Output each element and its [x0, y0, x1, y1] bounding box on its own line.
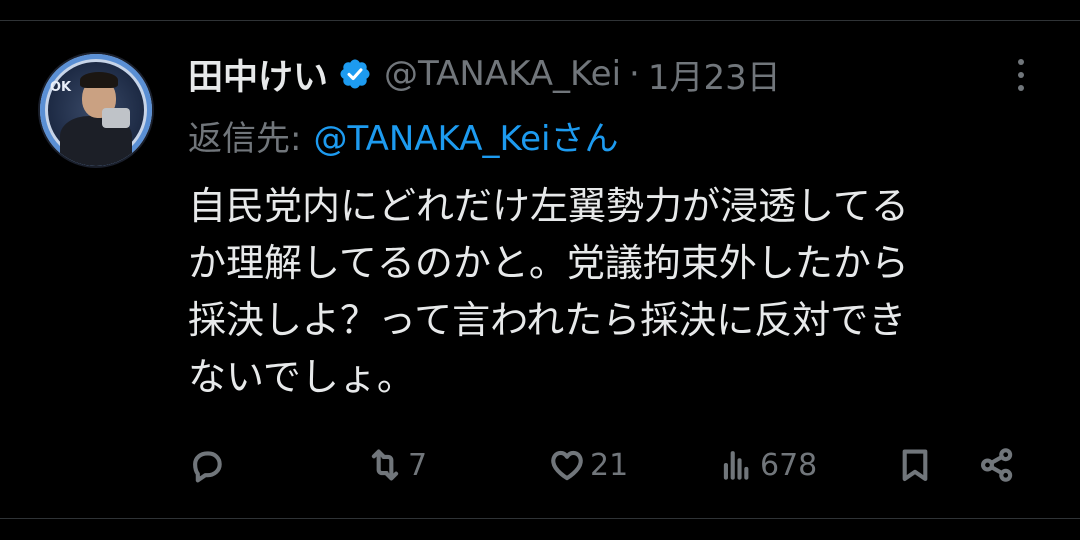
avatar-label: OK [50, 80, 72, 95]
top-divider [0, 0, 1080, 21]
share-button[interactable] [978, 440, 1016, 490]
reply-button[interactable] [188, 440, 230, 490]
tweet-text-line: ないでしょ。 [188, 355, 415, 399]
views-icon [723, 451, 749, 480]
reply-label: 返信先: [188, 118, 302, 159]
action-bar: 7 21 678 [188, 440, 1028, 490]
retweet-icon [371, 449, 399, 481]
avatar-hair [80, 72, 118, 88]
tweet-date[interactable]: 1月23日 [648, 50, 781, 99]
heart-icon [551, 450, 583, 481]
like-count: 21 [590, 447, 629, 483]
retweet-button[interactable]: 7 [366, 440, 427, 490]
like-button[interactable]: 21 [548, 440, 628, 490]
share-icon [981, 448, 1013, 482]
tweet-text: 自民党内にどれだけ左翼勢力が浸透してる か理解してるのかと。党議拘束外したから … [188, 178, 1048, 406]
retweet-count: 7 [408, 447, 428, 483]
reply-handle-link[interactable]: @TANAKA_Keiさん [313, 111, 618, 160]
views-count: 678 [760, 447, 818, 483]
tweet-text-line: か理解してるのかと。党議拘束外したから [188, 241, 909, 285]
separator-dot: · [629, 54, 640, 94]
bottom-divider [0, 518, 1080, 519]
verified-badge-icon [338, 57, 372, 91]
tweet-text-line: 採決しよ？って言われたら採決に反対でき [188, 298, 907, 342]
views-button[interactable]: 678 [718, 440, 817, 490]
reply-icon [193, 451, 222, 483]
author-handle[interactable]: @TANAKA_Kei [384, 54, 621, 94]
reply-to-line: 返信先: @TANAKA_Keiさん [188, 111, 618, 160]
avatar[interactable]: OK [38, 52, 154, 168]
avatar-camera [102, 108, 130, 128]
more-options-icon[interactable] [1010, 55, 1032, 95]
bookmark-icon [902, 449, 928, 481]
bookmark-button[interactable] [896, 440, 934, 490]
tweet-text-line: 自民党内にどれだけ左翼勢力が浸透してる [188, 184, 909, 228]
tweet-header: 田中けい @TANAKA_Kei · 1月23日 [188, 50, 781, 98]
display-name[interactable]: 田中けい [188, 49, 328, 100]
